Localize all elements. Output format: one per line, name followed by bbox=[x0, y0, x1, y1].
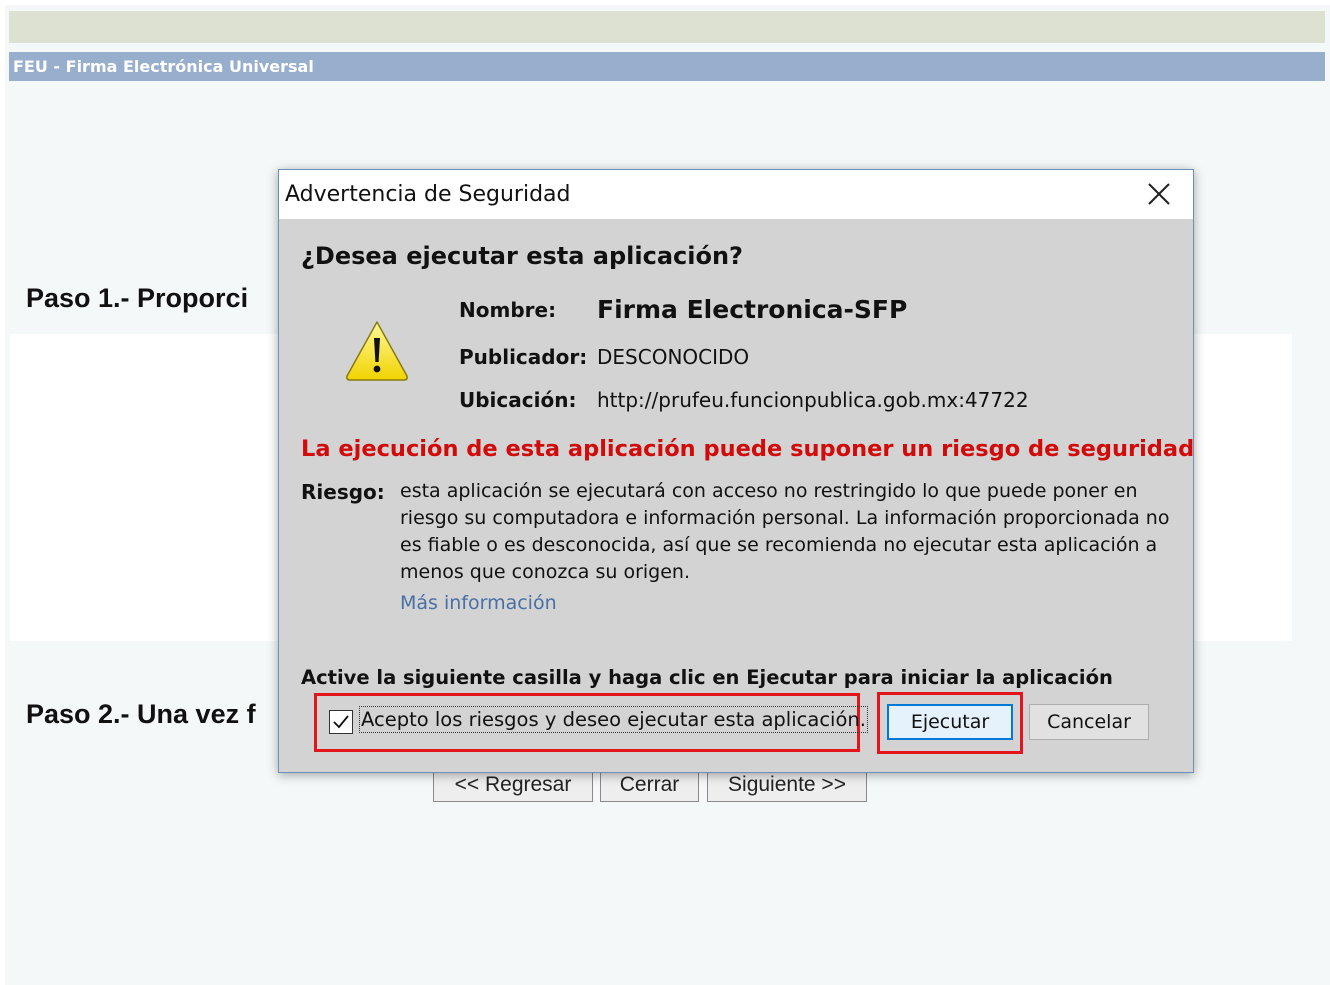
risk-description: esta aplicación se ejecutará con acceso … bbox=[400, 480, 1170, 583]
cancel-button[interactable]: Cancelar bbox=[1029, 704, 1149, 740]
security-warning-dialog: Advertencia de Seguridad ¿Desea ejecutar… bbox=[278, 169, 1194, 773]
next-button[interactable]: Siguiente >> bbox=[707, 768, 867, 802]
step2-heading: Paso 2.- Una vez f bbox=[26, 699, 256, 729]
publisher-value: DESCONOCIDO bbox=[597, 345, 750, 369]
accept-risk-label[interactable]: Acepto los riesgos y deseo ejecutar esta… bbox=[359, 706, 868, 733]
accept-risk-checkbox[interactable] bbox=[329, 710, 353, 734]
app-title: FEU - Firma Electrónica Universal bbox=[13, 57, 314, 76]
publisher-label: Publicador: bbox=[459, 345, 588, 369]
top-band bbox=[9, 11, 1325, 43]
risk-label: Riesgo: bbox=[301, 480, 385, 504]
run-button[interactable]: Ejecutar bbox=[887, 704, 1013, 740]
location-value: http://prufeu.funcionpublica.gob.mx:4772… bbox=[597, 388, 1029, 412]
name-label: Nombre: bbox=[459, 298, 557, 322]
check-icon bbox=[333, 715, 349, 729]
location-label: Ubicación: bbox=[459, 388, 577, 412]
close-icon[interactable] bbox=[1145, 180, 1173, 208]
risk-warning-title: La ejecución de esta aplicación puede su… bbox=[301, 436, 1195, 462]
step1-heading: Paso 1.- Proporci bbox=[26, 283, 249, 313]
instruction-text: Active la siguiente casilla y haga clic … bbox=[301, 666, 1113, 689]
warning-triangle-icon bbox=[343, 318, 411, 384]
dialog-title: Advertencia de Seguridad bbox=[285, 182, 571, 207]
app-title-bar: FEU - Firma Electrónica Universal bbox=[9, 52, 1325, 81]
close-page-button[interactable]: Cerrar bbox=[600, 768, 699, 802]
dialog-question: ¿Desea ejecutar esta aplicación? bbox=[301, 242, 743, 270]
more-info-link[interactable]: Más información bbox=[400, 592, 557, 614]
back-button[interactable]: << Regresar bbox=[433, 768, 593, 802]
dialog-title-bar: Advertencia de Seguridad bbox=[279, 170, 1193, 219]
name-value: Firma Electronica-SFP bbox=[597, 295, 908, 324]
